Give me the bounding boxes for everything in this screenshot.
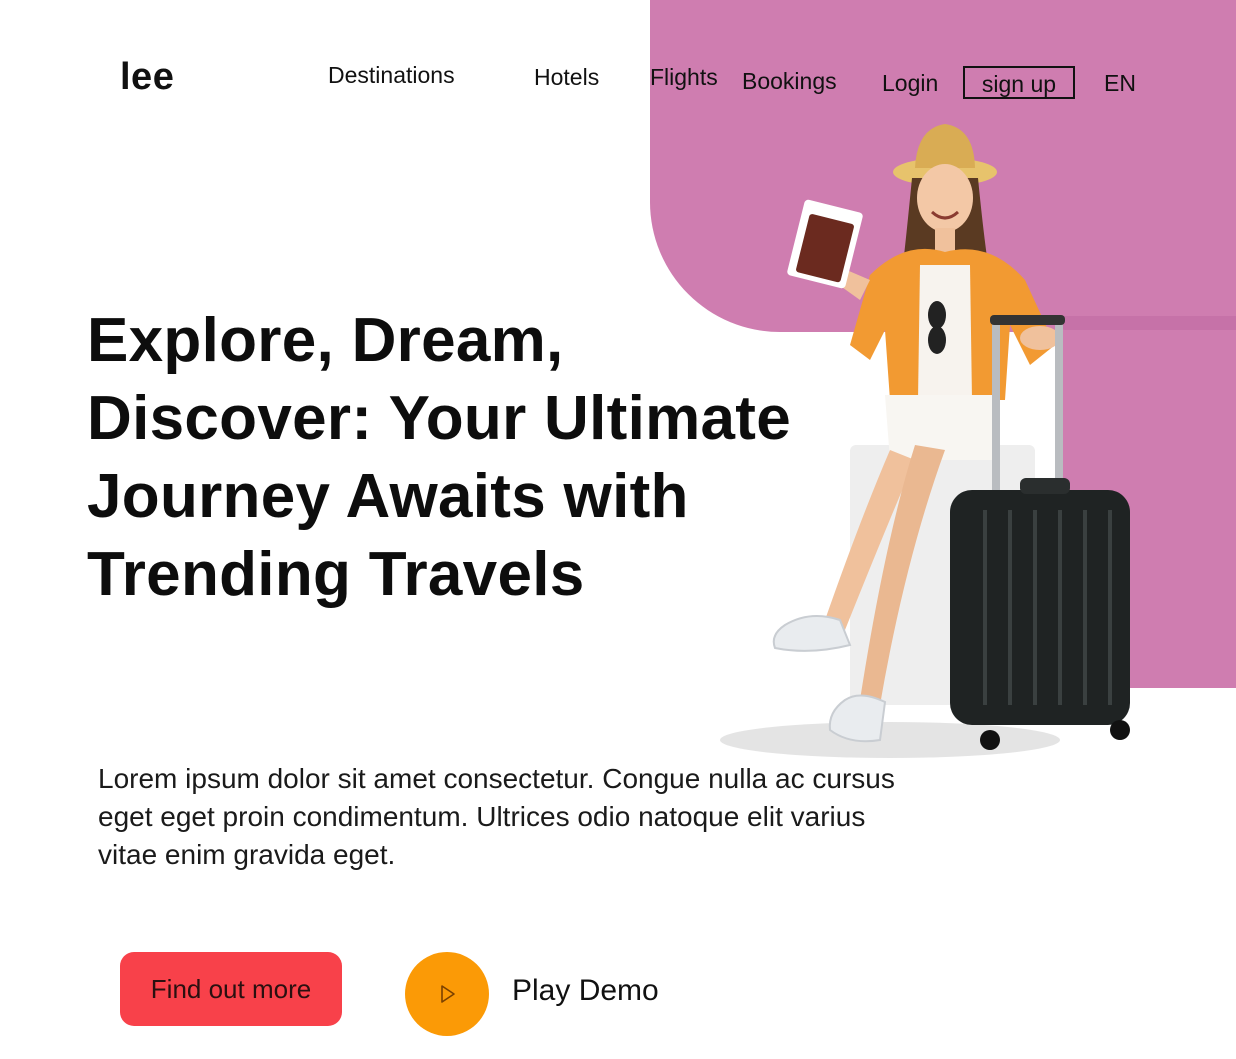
hero-title: Explore, Dream, Discover: Your Ultimate …	[87, 306, 792, 609]
language-selector[interactable]: EN	[1104, 70, 1136, 97]
nav-link-hotels[interactable]: Hotels	[534, 64, 599, 91]
login-link[interactable]: Login	[882, 70, 938, 97]
nav-link-destinations[interactable]: Destinations	[328, 62, 455, 89]
find-out-more-button[interactable]: Find out more	[120, 952, 342, 1026]
brand-logo[interactable]: lee	[120, 56, 174, 99]
nav-link-bookings[interactable]: Bookings	[742, 68, 837, 95]
play-demo-label[interactable]: Play Demo	[512, 974, 659, 1008]
hero-description: Lorem ipsum dolor sit amet consectetur. …	[98, 763, 895, 870]
play-demo-button[interactable]	[405, 952, 489, 1036]
play-icon	[441, 985, 455, 1003]
nav-link-flights[interactable]: Flights	[650, 64, 718, 91]
signup-button[interactable]: sign up	[963, 66, 1075, 99]
